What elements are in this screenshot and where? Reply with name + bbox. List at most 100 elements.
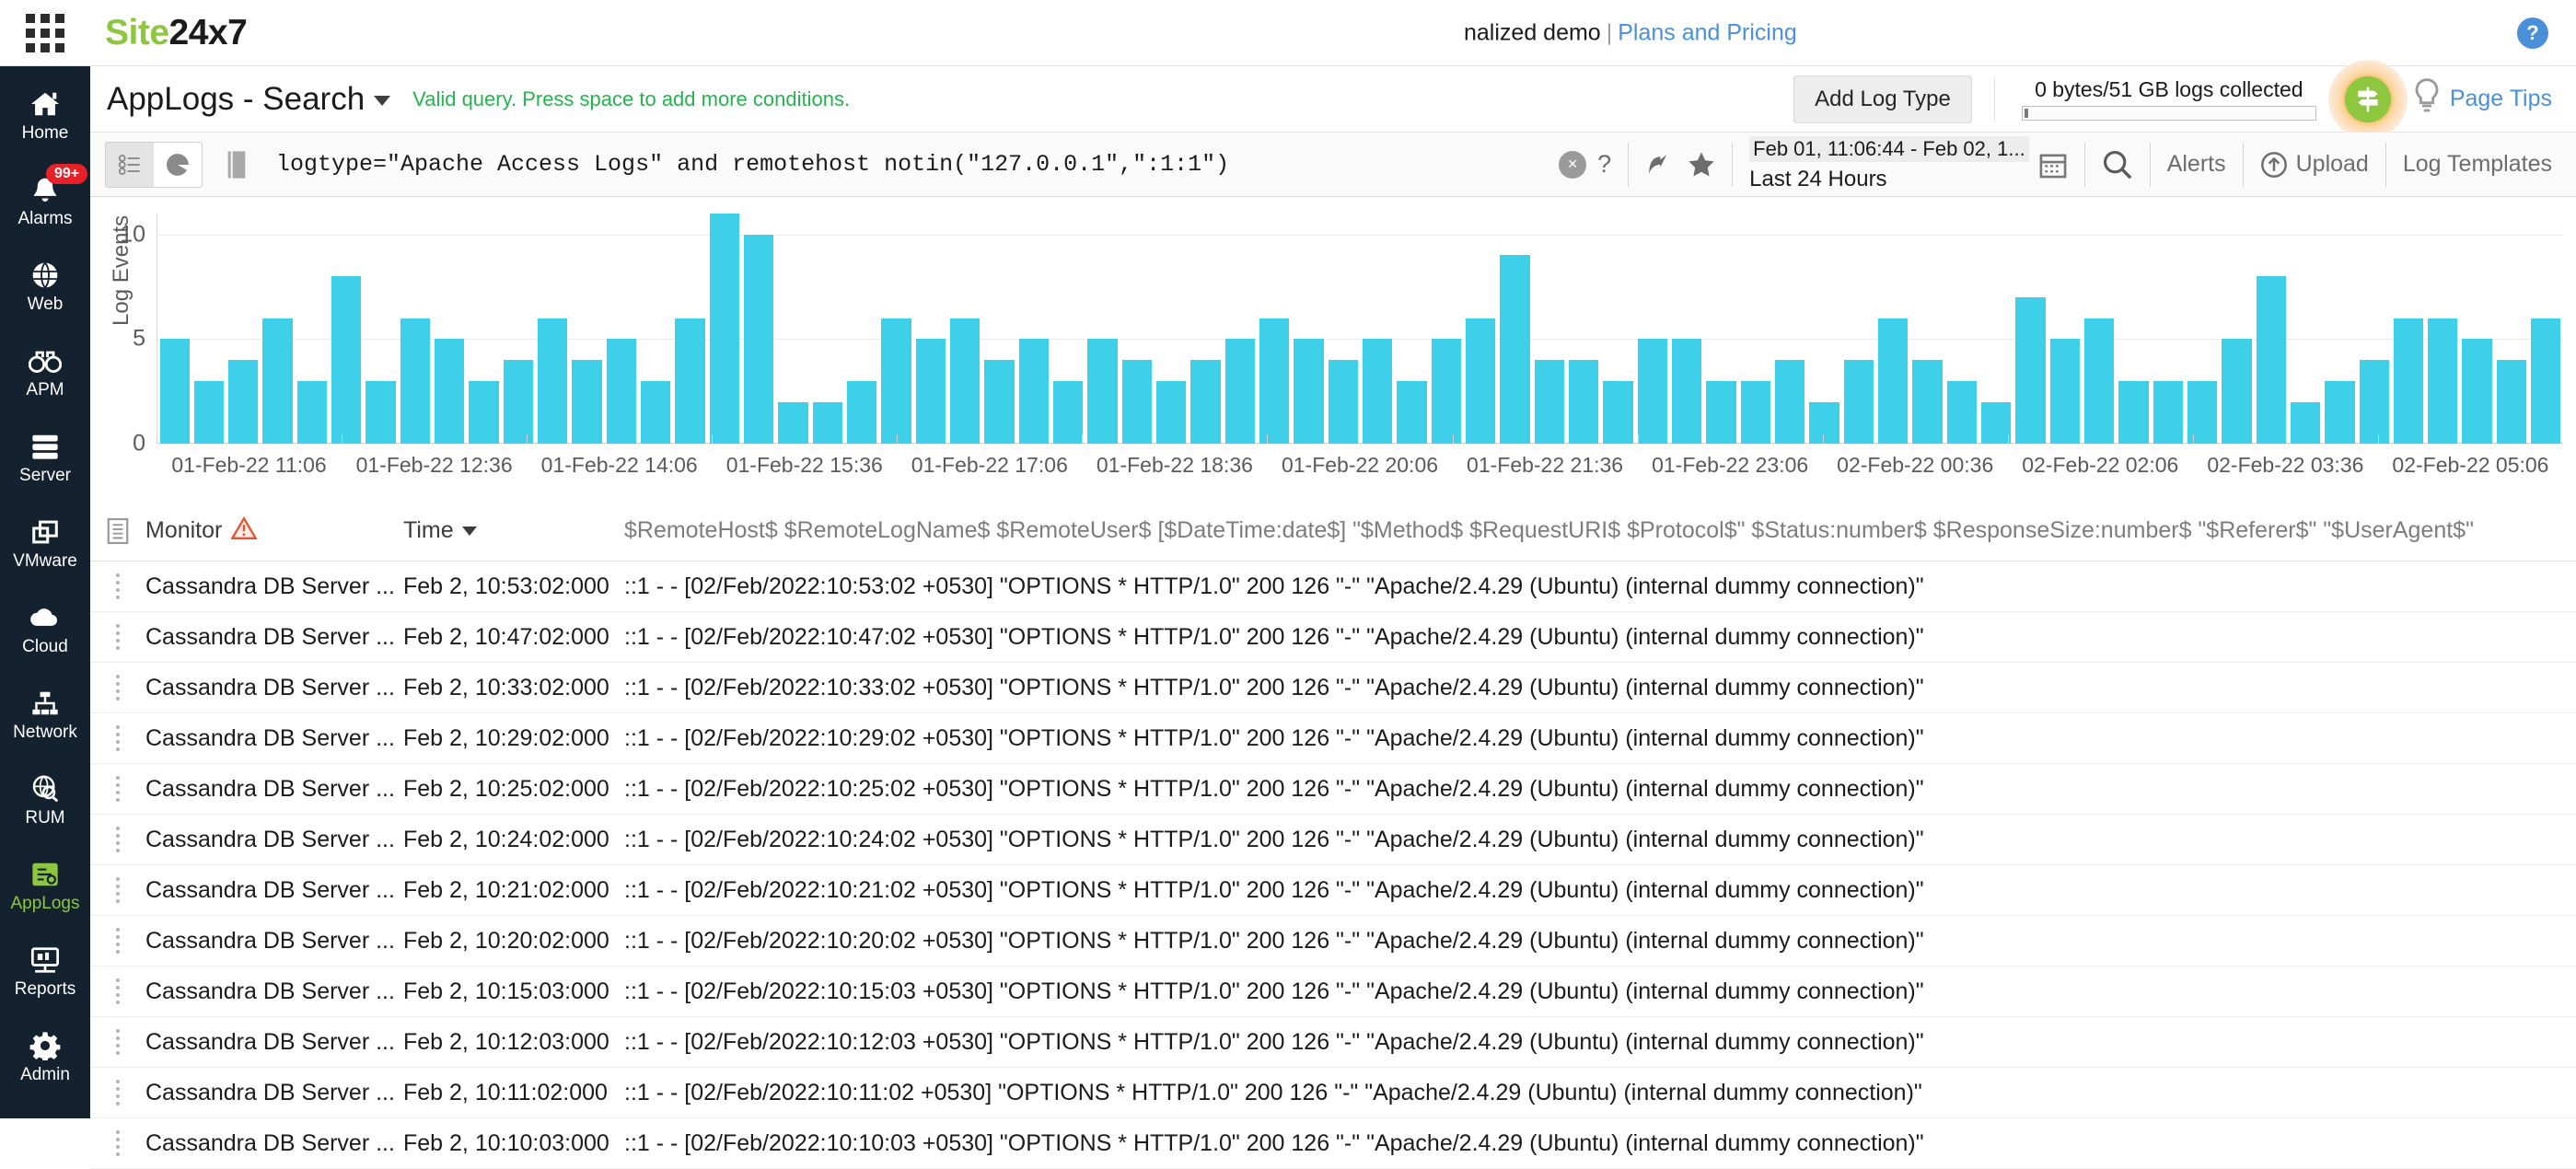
- chart-bar[interactable]: [1294, 339, 1323, 444]
- chart-bar[interactable]: [1741, 381, 1770, 444]
- chart-bar[interactable]: [572, 360, 601, 444]
- log-templates-button[interactable]: Log Templates: [2403, 151, 2552, 178]
- clear-query-icon[interactable]: ×: [1559, 151, 1586, 179]
- chart-bar[interactable]: [2257, 276, 2286, 444]
- row-drag-handle-icon[interactable]: [90, 725, 145, 751]
- table-row[interactable]: Cassandra DB Server ...Feb 2, 10:24:02:0…: [90, 815, 2576, 865]
- upload-button[interactable]: Upload: [2260, 151, 2369, 179]
- chart-bar[interactable]: [2050, 339, 2080, 444]
- chart-bar[interactable]: [1809, 402, 1839, 444]
- chart-bar[interactable]: [950, 318, 980, 444]
- chart-bar[interactable]: [504, 360, 533, 444]
- date-range-picker[interactable]: Feb 01, 11:06:44 - Feb 02, 1... Last 24 …: [1749, 136, 2038, 192]
- row-drag-handle-icon[interactable]: [90, 1080, 145, 1105]
- cell-monitor[interactable]: Cassandra DB Server ...: [145, 978, 403, 1005]
- chart-bar[interactable]: [2531, 318, 2560, 444]
- alerts-button[interactable]: Alerts: [2167, 151, 2226, 178]
- chart-bar[interactable]: [1844, 360, 1874, 444]
- table-row[interactable]: Cassandra DB Server ...Feb 2, 10:47:02:0…: [90, 612, 2576, 663]
- help-icon[interactable]: ?: [2517, 17, 2548, 49]
- chart-bars[interactable]: [157, 214, 2563, 444]
- table-row[interactable]: Cassandra DB Server ...Feb 2, 10:12:03:0…: [90, 1017, 2576, 1068]
- chart-bar[interactable]: [1569, 360, 1598, 444]
- sidebar-item-reports[interactable]: Reports: [0, 928, 90, 1013]
- chart-bar[interactable]: [228, 360, 258, 444]
- sidebar-item-alarms[interactable]: 99+ Alarms: [0, 157, 90, 243]
- chart-bar[interactable]: [1122, 360, 1152, 444]
- chart-bar[interactable]: [641, 381, 670, 444]
- chart-bar[interactable]: [1156, 381, 1186, 444]
- row-drag-handle-icon[interactable]: [90, 978, 145, 1004]
- chart-bar[interactable]: [2428, 318, 2457, 444]
- sort-descending-icon[interactable]: [462, 527, 477, 536]
- chart-bar[interactable]: [2394, 318, 2423, 444]
- row-drag-handle-icon[interactable]: [90, 928, 145, 954]
- plans-and-pricing-link[interactable]: Plans and Pricing: [1618, 19, 1797, 45]
- sidebar-item-web[interactable]: Web: [0, 243, 90, 329]
- row-drag-handle-icon[interactable]: [90, 827, 145, 852]
- chevron-down-icon[interactable]: [374, 96, 390, 106]
- chart-bar[interactable]: [984, 360, 1014, 444]
- row-drag-handle-icon[interactable]: [90, 1130, 145, 1156]
- chart-bar[interactable]: [1981, 402, 2011, 444]
- chart-bar[interactable]: [675, 318, 704, 444]
- chart-bar[interactable]: [1466, 318, 1495, 444]
- chart-bar[interactable]: [2015, 297, 2045, 444]
- chart-bar[interactable]: [1500, 255, 1529, 444]
- chart-bar[interactable]: [331, 276, 361, 444]
- site24x7-logo[interactable]: Site24x7: [105, 13, 247, 53]
- sidebar-item-home[interactable]: Home: [0, 72, 90, 157]
- favorite-star-icon[interactable]: [1688, 151, 1715, 179]
- table-row[interactable]: Cassandra DB Server ...Feb 2, 10:29:02:0…: [90, 713, 2576, 764]
- chart-bar[interactable]: [469, 381, 498, 444]
- chart-bar[interactable]: [916, 339, 946, 444]
- list-view-toggle[interactable]: [106, 143, 154, 187]
- chart-bar[interactable]: [160, 339, 190, 444]
- cell-monitor[interactable]: Cassandra DB Server ...: [145, 624, 403, 651]
- sidebar-item-network[interactable]: Network: [0, 671, 90, 757]
- lightbulb-icon[interactable]: [2411, 78, 2443, 120]
- sidebar-item-vmware[interactable]: VMware: [0, 500, 90, 585]
- cell-monitor[interactable]: Cassandra DB Server ...: [145, 877, 403, 904]
- saved-queries-icon[interactable]: [225, 150, 249, 179]
- chart-bar[interactable]: [366, 381, 395, 444]
- row-drag-handle-icon[interactable]: [90, 776, 145, 802]
- chart-bar[interactable]: [607, 339, 636, 444]
- chart-bar[interactable]: [2325, 381, 2354, 444]
- cell-monitor[interactable]: Cassandra DB Server ...: [145, 827, 403, 853]
- sidebar-item-cloud[interactable]: Cloud: [0, 585, 90, 671]
- cell-monitor[interactable]: Cassandra DB Server ...: [145, 928, 403, 955]
- chart-bar[interactable]: [744, 235, 773, 444]
- row-drag-handle-icon[interactable]: [90, 877, 145, 903]
- cell-monitor[interactable]: Cassandra DB Server ...: [145, 1130, 403, 1157]
- row-drag-handle-icon[interactable]: [90, 573, 145, 599]
- chart-bar[interactable]: [813, 402, 842, 444]
- table-row[interactable]: Cassandra DB Server ...Feb 2, 10:15:03:0…: [90, 966, 2576, 1017]
- chart-bar[interactable]: [1190, 360, 1220, 444]
- column-header-time[interactable]: Time: [403, 517, 624, 544]
- chart-view-toggle[interactable]: [154, 143, 202, 187]
- chart-bar[interactable]: [1603, 381, 1632, 444]
- cell-monitor[interactable]: Cassandra DB Server ...: [145, 573, 403, 600]
- chart-bar[interactable]: [1397, 381, 1426, 444]
- cell-monitor[interactable]: Cassandra DB Server ...: [145, 1080, 403, 1106]
- chart-bar[interactable]: [538, 318, 567, 444]
- chart-bar[interactable]: [847, 381, 876, 444]
- chart-bar[interactable]: [1775, 360, 1804, 444]
- query-input-text[interactable]: logtype="Apache Access Logs" and remoteh…: [276, 151, 1229, 178]
- chart-bar[interactable]: [2291, 402, 2320, 444]
- chart-bar[interactable]: [1053, 381, 1083, 444]
- chart-bar[interactable]: [400, 318, 430, 444]
- column-header-monitor[interactable]: Monitor: [145, 516, 403, 545]
- cell-monitor[interactable]: Cassandra DB Server ...: [145, 675, 403, 701]
- share-icon[interactable]: [1645, 151, 1673, 179]
- calendar-icon[interactable]: [2038, 150, 2068, 179]
- chart-bar[interactable]: [2084, 318, 2114, 444]
- chart-bar[interactable]: [1225, 339, 1255, 444]
- chart-bar[interactable]: [2462, 339, 2491, 444]
- chart-bar[interactable]: [1706, 381, 1735, 444]
- cell-monitor[interactable]: Cassandra DB Server ...: [145, 1029, 403, 1056]
- chart-bar[interactable]: [710, 214, 739, 444]
- cell-monitor[interactable]: Cassandra DB Server ...: [145, 725, 403, 752]
- chart-bar[interactable]: [1672, 339, 1701, 444]
